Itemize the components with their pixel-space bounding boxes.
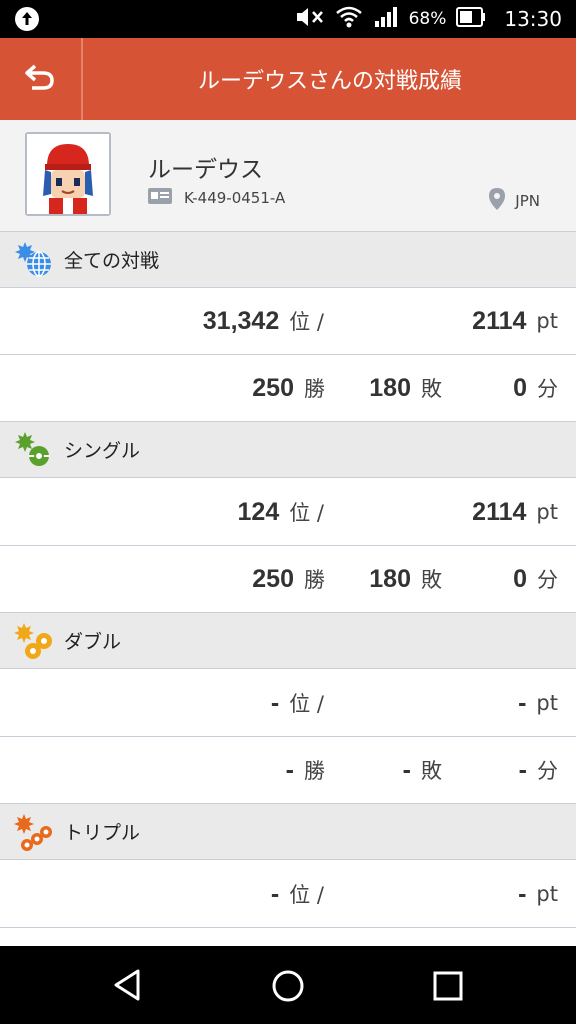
losses-value: 180 [369, 564, 411, 593]
losses-unit: 敗 [421, 759, 442, 783]
double-battle-icon [13, 621, 55, 661]
player-id-row: K-449-0451-A [148, 188, 285, 208]
points-unit: pt [536, 500, 558, 524]
section-label: トリプル [64, 822, 141, 844]
rank-value: - [270, 879, 280, 908]
battery-icon [456, 6, 486, 33]
wins-value: 250 [252, 564, 294, 593]
points-unit: pt [536, 309, 558, 333]
section-all-battles: 全ての対戦 [0, 232, 576, 288]
points-value: - [518, 879, 527, 908]
section-triple: トリプル [0, 804, 576, 860]
rank-row: - 位 / - pt [0, 861, 576, 928]
losses-unit: 敗 [421, 377, 442, 401]
wins-unit: 勝 [304, 759, 325, 783]
volume-mute-icon [295, 5, 325, 34]
draws-unit: 分 [537, 759, 558, 783]
back-arrow-icon [23, 62, 57, 96]
back-button[interactable] [0, 38, 80, 120]
wins-value: 250 [252, 373, 294, 402]
rank-row: 124 位 / 2114 pt [0, 479, 576, 546]
rank-unit: 位 / [289, 883, 324, 907]
id-card-icon [148, 188, 172, 208]
record-row: 250 勝 180 敗 0 分 [0, 546, 576, 613]
single-battle-icon [13, 430, 55, 470]
upload-notification-icon [14, 6, 40, 37]
globe-icon [13, 240, 55, 280]
app-bar-divider [81, 38, 83, 120]
losses-unit: 敗 [421, 568, 442, 592]
location-row: JPN [489, 188, 540, 214]
points-unit: pt [536, 691, 558, 715]
nav-home-icon[interactable] [270, 968, 306, 1008]
rank-value: - [270, 688, 280, 717]
losses-value: - [402, 755, 411, 784]
points-unit: pt [536, 882, 558, 906]
points-value: 2114 [472, 306, 527, 335]
draws-value: 0 [513, 373, 527, 402]
wifi-icon [335, 5, 363, 34]
rank-unit: 位 / [289, 692, 324, 716]
losses-value: 180 [369, 373, 411, 402]
rank-value: 31,342 [202, 306, 280, 335]
battery-percent: 68% [408, 9, 447, 29]
draws-value: 0 [513, 564, 527, 593]
system-navigation-bar [0, 946, 576, 1024]
player-name: ルーデウス [148, 157, 263, 183]
profile-card: ルーデウス K-449-0451-A JPN [0, 120, 576, 232]
section-single: シングル [0, 422, 576, 478]
draws-value: - [518, 755, 527, 784]
draws-unit: 分 [537, 568, 558, 592]
record-row: - 勝 - 敗 - 分 [0, 737, 576, 804]
draws-unit: 分 [537, 377, 558, 401]
location: JPN [515, 192, 540, 210]
signal-icon [373, 5, 399, 34]
location-pin-icon [489, 188, 506, 214]
rank-unit: 位 / [289, 310, 324, 334]
section-label: シングル [64, 440, 141, 462]
rank-unit: 位 / [289, 501, 324, 525]
points-value: - [518, 688, 527, 717]
nav-back-icon[interactable] [110, 968, 146, 1006]
section-label: ダブル [64, 631, 122, 653]
wins-value: - [285, 755, 294, 784]
points-value: 2114 [472, 497, 527, 526]
rank-row: - 位 / - pt [0, 670, 576, 737]
rank-row: 31,342 位 / 2114 pt [0, 288, 576, 355]
rank-value: 124 [237, 497, 280, 526]
wins-unit: 勝 [304, 377, 325, 401]
avatar [25, 132, 111, 216]
page-title: ルーデウスさんの対戦成績 [197, 69, 462, 94]
wins-unit: 勝 [304, 568, 325, 592]
section-label: 全ての対戦 [64, 250, 160, 272]
clock: 13:30 [504, 7, 562, 31]
record-row: 250 勝 180 敗 0 分 [0, 355, 576, 422]
triple-battle-icon [13, 812, 55, 852]
section-double: ダブル [0, 613, 576, 669]
app-bar: ルーデウスさんの対戦成績 [0, 38, 576, 120]
player-id: K-449-0451-A [184, 189, 286, 207]
nav-recents-icon[interactable] [432, 970, 464, 1006]
status-bar: 68% 13:30 [0, 0, 576, 38]
